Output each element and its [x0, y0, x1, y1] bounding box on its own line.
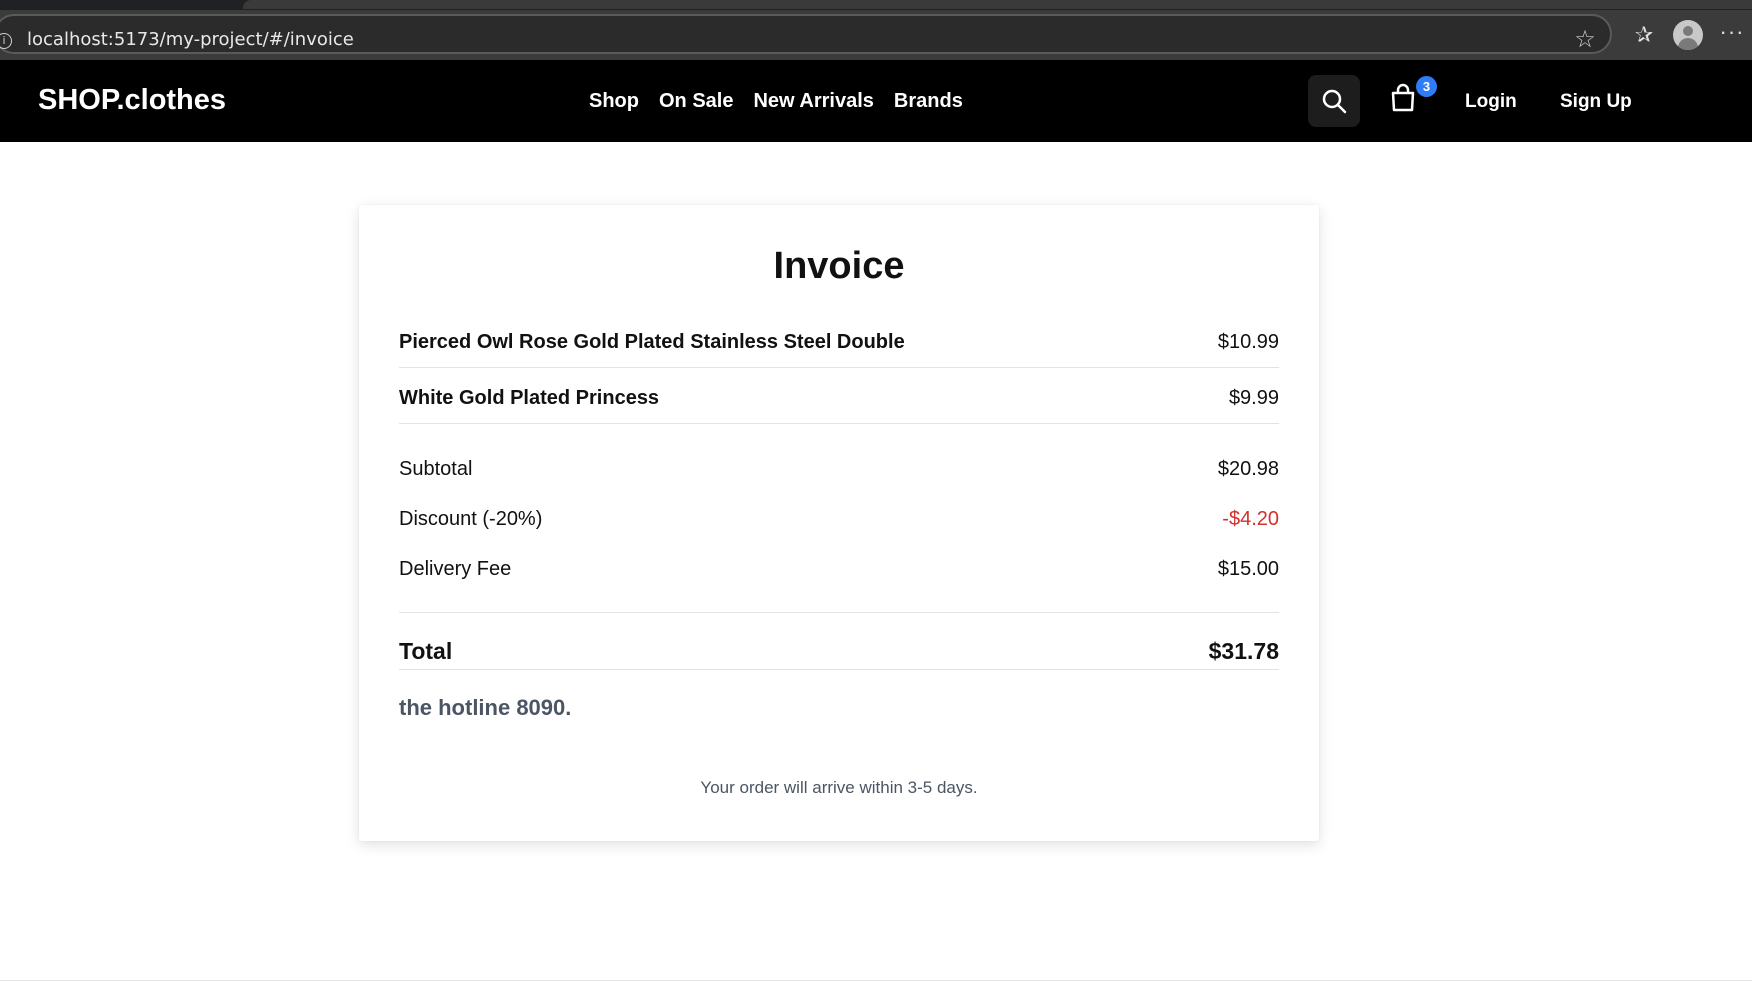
- item-price: $10.99: [1217, 331, 1279, 353]
- bookmark-star-icon[interactable]: ☆: [1572, 27, 1598, 53]
- delivery-fee-label: Delivery Fee: [399, 558, 512, 580]
- invoice-item-row: Pierced Owl Rose Gold Plated Stainless S…: [399, 331, 1279, 354]
- hotline-text: the hotline 8090.: [399, 695, 572, 720]
- item-price: $9.99: [1228, 387, 1279, 409]
- browser-tab-strip: [0, 0, 1752, 10]
- delivery-fee-value: $15.00: [1217, 558, 1279, 580]
- invoice-card: Invoice Pierced Owl Rose Gold Plated Sta…: [359, 205, 1319, 841]
- invoice-item-row: White Gold Plated Princess $9.99: [399, 387, 1279, 410]
- login-link[interactable]: Login: [1465, 91, 1517, 113]
- subtotal-row: Subtotal $20.98: [399, 458, 1279, 481]
- delivery-fee-row: Delivery Fee $15.00: [399, 558, 1279, 581]
- nav-on-sale[interactable]: On Sale: [659, 90, 733, 113]
- site-info-icon[interactable]: i: [0, 33, 12, 49]
- discount-label: Discount (-20%): [399, 508, 543, 530]
- nav-shop[interactable]: Shop: [589, 90, 639, 113]
- divider: [399, 423, 1279, 424]
- shopping-bag-icon: [1391, 83, 1415, 112]
- total-row: Total $31.78: [399, 638, 1279, 665]
- signup-link[interactable]: Sign Up: [1560, 91, 1632, 113]
- main-nav: Shop On Sale New Arrivals Brands: [589, 90, 963, 113]
- nav-brands[interactable]: Brands: [894, 90, 963, 113]
- profile-avatar-icon[interactable]: [1673, 20, 1703, 50]
- total-value: $31.78: [1208, 638, 1279, 664]
- subtotal-label: Subtotal: [399, 458, 473, 480]
- arrival-note: Your order will arrive within 3-5 days.: [700, 778, 978, 797]
- favorites-icon[interactable]: ✰: [1630, 21, 1658, 49]
- url-text[interactable]: localhost:5173/my-project/#/invoice: [27, 29, 354, 50]
- search-icon: [1322, 89, 1347, 114]
- more-menu-icon[interactable]: ···: [1718, 20, 1746, 48]
- browser-toolbar: i localhost:5173/my-project/#/invoice ☆ …: [0, 10, 1752, 60]
- discount-row: Discount (-20%) -$4.20: [399, 508, 1279, 531]
- footer-divider: [0, 980, 1752, 981]
- subtotal-value: $20.98: [1217, 458, 1279, 480]
- divider: [399, 367, 1279, 368]
- site-logo[interactable]: SHOP.clothes: [38, 84, 226, 117]
- divider: [399, 669, 1279, 670]
- site-header: SHOP.clothes Shop On Sale New Arrivals B…: [0, 60, 1752, 142]
- address-bar[interactable]: i localhost:5173/my-project/#/invoice ☆: [0, 14, 1612, 54]
- cart-count-badge: 3: [1416, 76, 1437, 97]
- nav-new-arrivals[interactable]: New Arrivals: [753, 90, 873, 113]
- total-label: Total: [399, 638, 453, 664]
- discount-value: -$4.20: [1222, 508, 1279, 530]
- search-button[interactable]: [1308, 75, 1360, 127]
- invoice-title: Invoice: [773, 245, 905, 287]
- item-name: White Gold Plated Princess: [399, 387, 660, 409]
- divider: [399, 612, 1279, 613]
- browser-tab-area: [243, 0, 1752, 9]
- item-name: Pierced Owl Rose Gold Plated Stainless S…: [399, 331, 905, 353]
- cart-button[interactable]: 3: [1388, 76, 1437, 117]
